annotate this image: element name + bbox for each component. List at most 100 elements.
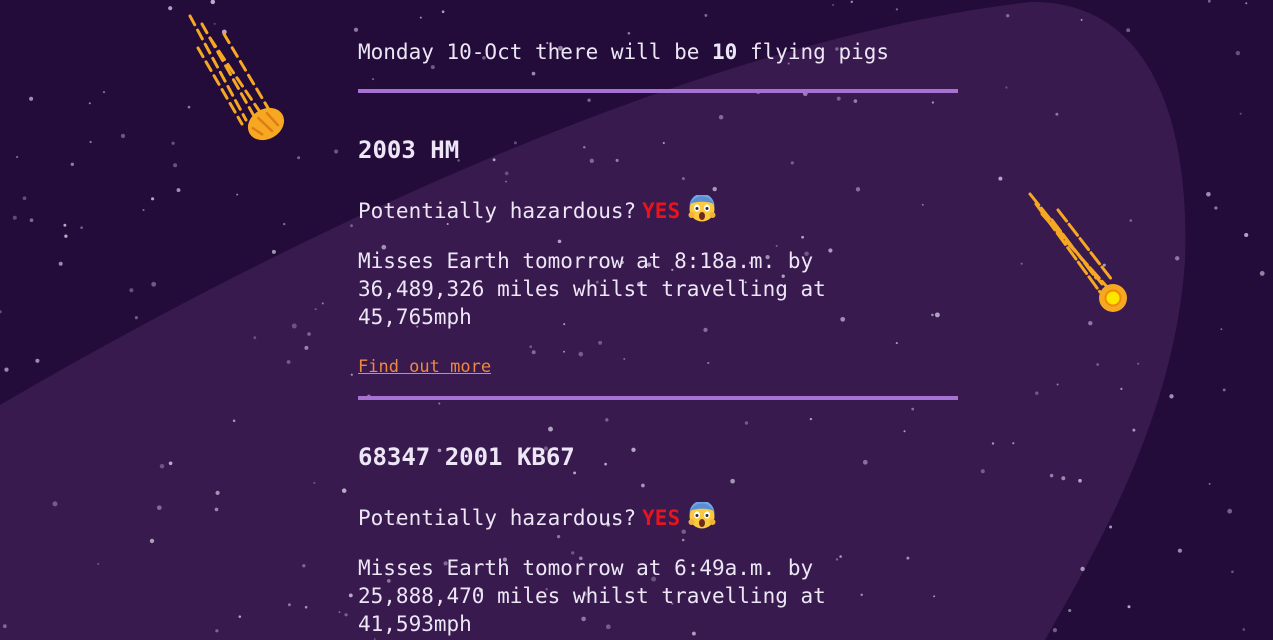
star xyxy=(52,501,58,507)
star xyxy=(712,186,717,192)
star xyxy=(253,336,257,340)
asteroid-card: 68347 2001 KB67 Potentially hazardous? YE… xyxy=(358,442,958,636)
star xyxy=(63,223,67,227)
star xyxy=(1174,256,1180,261)
star xyxy=(504,171,509,176)
star xyxy=(214,507,219,512)
star xyxy=(64,234,68,238)
hazard-label: Potentially hazardous? xyxy=(358,506,637,530)
star xyxy=(1052,627,1058,633)
star xyxy=(215,490,220,496)
star xyxy=(314,308,317,311)
star xyxy=(1206,191,1211,197)
star xyxy=(89,140,92,144)
star xyxy=(1244,232,1249,238)
star xyxy=(895,342,898,345)
star xyxy=(1208,482,1211,485)
star xyxy=(173,163,178,168)
star xyxy=(313,481,316,484)
star xyxy=(906,556,910,560)
star xyxy=(29,218,34,223)
star xyxy=(80,226,83,229)
star xyxy=(931,313,934,317)
star xyxy=(1222,388,1226,392)
star xyxy=(934,312,940,318)
star xyxy=(236,193,239,196)
star xyxy=(0,310,2,314)
star xyxy=(419,16,422,19)
star xyxy=(548,426,553,432)
star xyxy=(142,208,145,212)
star xyxy=(1055,112,1059,116)
star xyxy=(344,613,348,617)
star xyxy=(933,595,936,598)
screaming-face-icon xyxy=(688,195,716,222)
star xyxy=(238,615,242,618)
star xyxy=(911,407,915,411)
star xyxy=(744,421,749,425)
star xyxy=(1242,628,1246,631)
star xyxy=(304,345,309,350)
star xyxy=(1239,112,1242,115)
star xyxy=(1245,2,1248,5)
hazard-label: Potentially hazardous? xyxy=(358,199,637,223)
star xyxy=(921,203,924,206)
star xyxy=(134,316,138,320)
star xyxy=(129,288,134,293)
star xyxy=(707,361,710,365)
star xyxy=(97,562,100,565)
star xyxy=(903,430,906,433)
meteor-right-icon xyxy=(1028,192,1127,312)
star xyxy=(1169,394,1174,399)
intro-count: 10 xyxy=(712,40,738,64)
star xyxy=(931,101,935,104)
star xyxy=(341,488,347,493)
star xyxy=(338,611,341,614)
star xyxy=(998,176,1003,181)
star xyxy=(1132,428,1136,432)
star xyxy=(1061,476,1066,481)
star xyxy=(297,156,301,160)
star xyxy=(438,402,441,405)
star xyxy=(159,463,165,469)
star xyxy=(1120,387,1123,391)
star xyxy=(271,249,276,254)
star xyxy=(286,360,291,364)
star xyxy=(860,593,863,596)
star xyxy=(348,593,353,598)
asteroid-name: 68347 2001 KB67 xyxy=(358,443,575,471)
star xyxy=(58,261,63,266)
star xyxy=(282,222,286,226)
star xyxy=(578,351,584,357)
star xyxy=(801,235,804,239)
star xyxy=(22,196,27,201)
star xyxy=(4,367,9,372)
star xyxy=(850,0,854,4)
hazard-value: YES xyxy=(642,506,681,530)
star xyxy=(1220,328,1223,331)
divider xyxy=(358,89,958,93)
star xyxy=(1137,362,1140,365)
star xyxy=(232,419,236,423)
intro-prefix: there will be xyxy=(522,40,713,64)
star xyxy=(557,239,562,244)
star xyxy=(980,469,985,474)
star xyxy=(120,133,126,139)
star xyxy=(531,71,536,76)
star xyxy=(1078,478,1082,483)
miss-description: Misses Earth tomorrow at 6:49a.m. by 25,… xyxy=(358,556,826,636)
star xyxy=(168,461,173,466)
intro-suffix: flying pigs xyxy=(737,40,890,64)
asteroid-name: 2003 HM xyxy=(358,136,460,164)
star xyxy=(1049,473,1054,478)
star xyxy=(215,629,219,633)
star xyxy=(505,180,507,183)
star xyxy=(176,188,181,193)
star xyxy=(70,162,74,166)
star xyxy=(291,323,297,329)
star xyxy=(1068,608,1072,613)
star xyxy=(2,624,7,629)
star xyxy=(587,98,591,102)
find-out-more-link[interactable]: Find out more xyxy=(358,356,491,378)
hazard-value: YES xyxy=(642,199,681,223)
